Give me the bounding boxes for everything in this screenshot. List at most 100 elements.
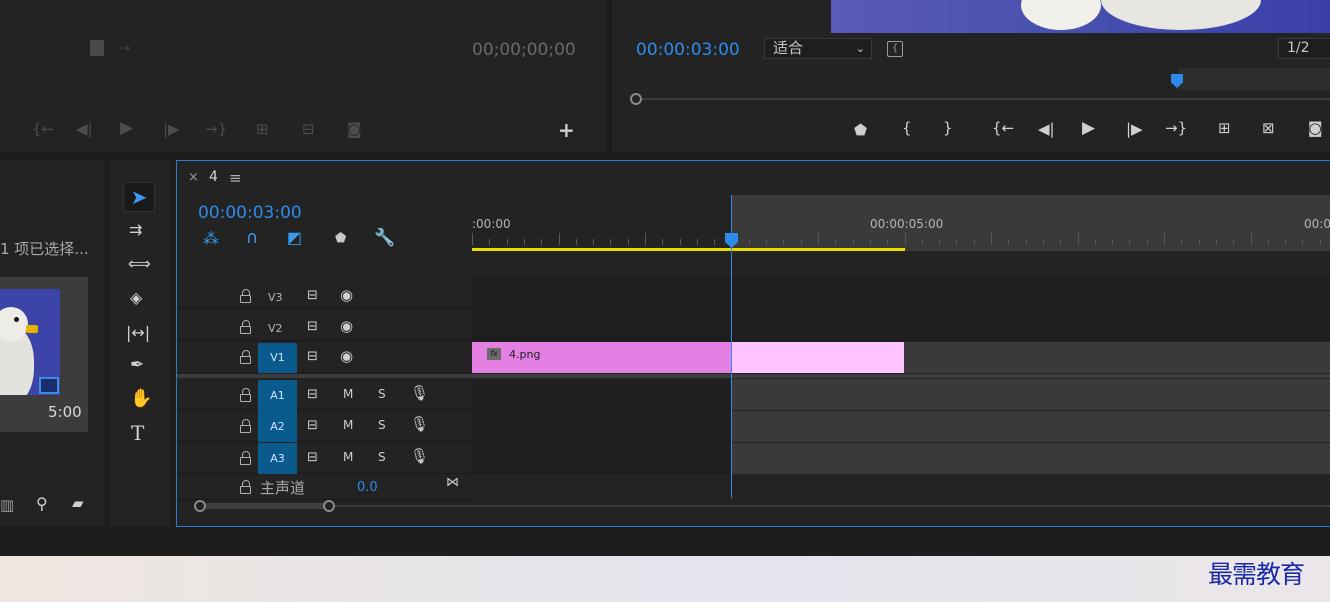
program-timecode[interactable]: 00:00:03:00: [636, 40, 740, 60]
sync-lock-icon[interactable]: ⊟: [307, 350, 318, 363]
track-label-a2[interactable]: A2: [258, 411, 297, 442]
marker-icon[interactable]: ⬟: [854, 123, 867, 138]
step-back-icon[interactable]: ◀|: [1038, 122, 1055, 137]
sequence-tab[interactable]: 4: [209, 169, 218, 185]
eye-icon[interactable]: ◉: [340, 319, 353, 334]
go-to-in-icon[interactable]: {←: [32, 122, 54, 137]
microphone-icon[interactable]: 🎙: [410, 386, 429, 401]
step-forward-icon[interactable]: |▶: [1126, 122, 1143, 137]
eye-icon[interactable]: ◉: [340, 349, 353, 364]
track-select-tool-icon[interactable]: ⇉: [129, 222, 142, 238]
search-icon[interactable]: ⚲: [36, 496, 48, 512]
extract-icon[interactable]: ⊠: [1262, 121, 1275, 136]
timeline-timecode[interactable]: 00:00:03:00: [198, 203, 302, 223]
pen-tool-icon[interactable]: ✒: [130, 357, 144, 374]
microphone-icon[interactable]: 🎙: [410, 417, 429, 432]
sync-lock-icon[interactable]: ⊟: [307, 419, 318, 432]
list-view-icon[interactable]: ▥: [0, 498, 14, 513]
time-ruler[interactable]: :00:00 00:00:05:00 00:0: [472, 195, 1330, 251]
track-area-a3[interactable]: [472, 443, 1330, 474]
panel-menu-icon[interactable]: ≡: [229, 169, 242, 187]
lock-icon[interactable]: [240, 480, 251, 494]
track-area-v2[interactable]: [472, 310, 1330, 341]
mark-out-icon[interactable]: }: [943, 121, 953, 136]
play-icon[interactable]: ▶: [120, 120, 133, 137]
mute-button[interactable]: M: [343, 388, 353, 400]
fit-select[interactable]: 适合 ⌄: [764, 38, 872, 59]
lock-icon[interactable]: [240, 350, 251, 364]
razor-tool-icon[interactable]: ◈: [130, 290, 142, 306]
collapse-tracks-icon[interactable]: ⋈: [446, 476, 459, 489]
solo-button[interactable]: S: [378, 419, 386, 431]
zoom-handle-left[interactable]: [630, 93, 642, 105]
track-label-v1[interactable]: V1: [258, 343, 297, 373]
step-back-icon[interactable]: ◀|: [76, 122, 93, 137]
overwrite-icon[interactable]: ⊟: [302, 122, 315, 137]
sync-lock-icon[interactable]: ⊟: [307, 451, 318, 464]
insert-icon[interactable]: ⊞: [256, 122, 269, 137]
sync-lock-icon[interactable]: ⊟: [307, 289, 318, 302]
mute-button[interactable]: M: [343, 419, 353, 431]
hand-tool-icon[interactable]: ✋: [130, 390, 152, 408]
resolution-select[interactable]: 1/2: [1278, 38, 1330, 59]
source-monitor-panel: ⇢ 00;00;00;00 {← ◀| ▶ |▶ →} ⊞ ⊟ ◙ +: [0, 0, 606, 152]
lock-icon[interactable]: [240, 388, 251, 402]
play-icon[interactable]: ▶: [1082, 120, 1095, 137]
track-label-a1[interactable]: A1: [258, 380, 297, 411]
add-marker-icon[interactable]: ⬟: [335, 232, 346, 245]
work-area-bar[interactable]: [472, 248, 905, 251]
microphone-icon[interactable]: 🎙: [410, 449, 429, 464]
add-button[interactable]: +: [558, 120, 575, 140]
track-label-v3[interactable]: V3: [268, 291, 283, 304]
camera-icon[interactable]: ◙: [347, 122, 362, 137]
step-forward-icon[interactable]: |▶: [163, 122, 180, 137]
nest-icon[interactable]: ⁂: [203, 231, 219, 247]
program-ruler[interactable]: [628, 68, 1330, 90]
scrollbar-handle-right[interactable]: [323, 500, 335, 512]
mute-button[interactable]: M: [343, 451, 353, 463]
scrollbar-thumb[interactable]: [200, 503, 330, 509]
lock-icon[interactable]: [240, 320, 251, 334]
go-to-out-icon[interactable]: →}: [205, 122, 227, 137]
go-to-in-icon[interactable]: {←: [992, 121, 1014, 136]
close-tab-button[interactable]: ×: [188, 170, 199, 185]
lock-icon[interactable]: [240, 419, 251, 433]
track-area-v3[interactable]: [472, 278, 1330, 309]
track-area-v1[interactable]: fx 4.png: [472, 342, 1330, 373]
master-volume-value[interactable]: 0.0: [357, 480, 378, 495]
ruler-tick: [1146, 239, 1148, 245]
timeline-zoom-scrollbar[interactable]: [194, 500, 1330, 512]
track-area-a1[interactable]: [472, 379, 1330, 410]
type-tool-icon[interactable]: T: [131, 423, 144, 443]
solo-button[interactable]: S: [378, 388, 386, 400]
track-area-a2[interactable]: [472, 411, 1330, 442]
linked-selection-icon[interactable]: ◩: [287, 230, 302, 246]
solo-button[interactable]: S: [378, 451, 386, 463]
video-audio-divider[interactable]: [177, 374, 1330, 378]
clip-thumbnail-card[interactable]: 5:00: [0, 277, 88, 432]
slip-tool-icon[interactable]: |↔|: [126, 325, 150, 341]
snap-icon[interactable]: ∩: [246, 230, 258, 247]
eye-icon[interactable]: ◉: [340, 288, 353, 303]
camera-icon[interactable]: ◙: [1308, 121, 1323, 136]
safe-margins-icon[interactable]: {: [887, 41, 903, 57]
go-to-out-icon[interactable]: →}: [1165, 121, 1187, 136]
mark-in-icon[interactable]: {: [902, 121, 912, 136]
folder-icon[interactable]: ▰: [72, 496, 84, 511]
ripple-edit-tool-icon[interactable]: ⟺: [128, 256, 151, 272]
track-label-v2[interactable]: V2: [268, 322, 283, 335]
wrench-icon[interactable]: 🔧: [374, 230, 395, 247]
track-label-a3[interactable]: A3: [258, 443, 297, 474]
scrollbar-handle-left[interactable]: [194, 500, 206, 512]
lock-icon[interactable]: [240, 289, 251, 303]
sync-lock-icon[interactable]: ⊟: [307, 388, 318, 401]
lift-icon[interactable]: ⊞: [1218, 121, 1231, 136]
lock-icon[interactable]: [240, 451, 251, 465]
video-clip[interactable]: fx 4.png: [472, 342, 904, 373]
empty-track-shade: [732, 379, 1330, 410]
timeline-playhead-line[interactable]: [731, 195, 732, 498]
program-zoom-bar[interactable]: [630, 93, 1330, 105]
selection-tool-icon[interactable]: ➤: [123, 182, 155, 212]
ruler-tick: [541, 239, 543, 245]
sync-lock-icon[interactable]: ⊟: [307, 320, 318, 333]
